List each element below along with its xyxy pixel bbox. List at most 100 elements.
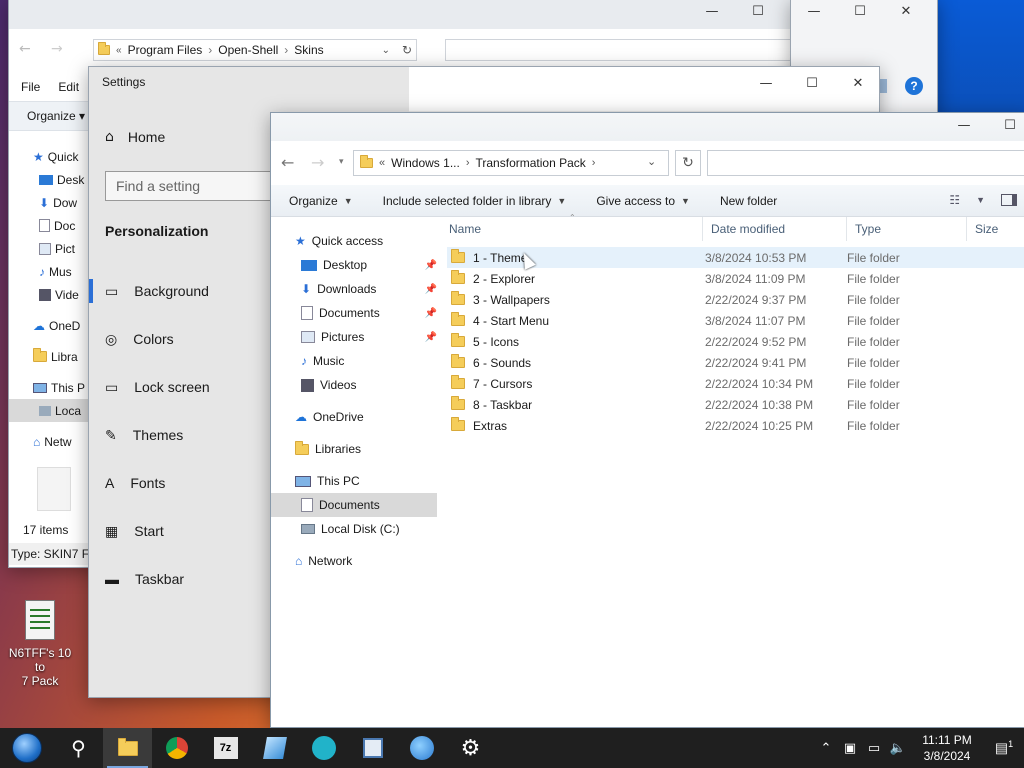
nav-this-pc[interactable]: This P [9, 376, 89, 399]
start-button[interactable] [0, 728, 54, 768]
file-row[interactable]: 4 - Start Menu 3/8/2024 11:07 PM File fold… [447, 310, 1024, 331]
nav-start[interactable]: ▦ Start [89, 507, 279, 555]
chevron-down-icon[interactable]: ⌄ [382, 45, 390, 56]
taskbar-chrome[interactable] [152, 728, 201, 768]
nav-colors[interactable]: ◎ Colors [89, 315, 279, 363]
column-size[interactable]: Size [967, 217, 1024, 241]
nav-documents[interactable]: Documents 📌 [271, 301, 437, 325]
nav-desktop[interactable]: Desktop 📌 [271, 253, 437, 277]
maximize-icon[interactable]: ☐ [837, 0, 883, 23]
volume-muted-icon[interactable]: 🔈 [886, 741, 910, 756]
give-access-button[interactable]: Give access to ▼ [596, 194, 690, 208]
file-row[interactable]: 3 - Wallpapers 2/22/2024 9:37 PM File fold… [447, 289, 1024, 310]
breadcrumb-0[interactable]: Windows 1... [391, 156, 460, 170]
nav-music[interactable]: ♪ Music [271, 349, 437, 373]
preview-pane-icon[interactable] [1001, 194, 1017, 206]
menu-file[interactable]: File [21, 80, 40, 94]
taskbar-settings[interactable]: ⚙ [446, 728, 495, 768]
recent-dropdown-icon[interactable]: ▾ [339, 157, 344, 167]
chevron-up-icon[interactable]: ⌃ [814, 741, 838, 756]
pin-icon[interactable]: 📌 [425, 308, 437, 319]
nav-libraries[interactable]: Libra [9, 345, 89, 368]
minimize-icon[interactable]: — [743, 71, 789, 95]
nav-onedrive[interactable]: ☁ OneD [9, 314, 89, 337]
nav-quick-access[interactable]: ★ Quick access [271, 229, 437, 253]
file-row[interactable]: 5 - Icons 2/22/2024 9:52 PM File folder [447, 331, 1024, 352]
breadcrumb-overflow-icon[interactable]: « [379, 157, 385, 169]
file-thumbnail[interactable] [37, 467, 71, 511]
nav-music[interactable]: ♪ Mus [9, 260, 89, 283]
nav-pictures[interactable]: Pictures 📌 [271, 325, 437, 349]
breadcrumb-1[interactable]: Transformation Pack [476, 156, 586, 170]
column-type[interactable]: Type [847, 217, 967, 241]
file-row[interactable]: 2 - Explorer 3/8/2024 11:09 PM File folder [447, 268, 1024, 289]
file-row[interactable]: Extras 2/22/2024 10:25 PM File folder [447, 415, 1024, 436]
pin-icon[interactable]: 📌 [425, 260, 437, 271]
menu-edit[interactable]: Edit [58, 80, 79, 94]
minimize-icon[interactable]: — [941, 113, 987, 137]
minimize-icon[interactable]: — [689, 0, 735, 23]
close-icon[interactable]: ✕ [835, 71, 879, 95]
nav-quick-access[interactable]: ★ Quick [9, 145, 89, 168]
taskbar-app-teal[interactable] [299, 728, 348, 768]
nav-onedrive[interactable]: ☁ OneDrive [271, 405, 437, 429]
tray-app-icon[interactable]: ▣ [838, 741, 862, 756]
taskbar-search[interactable]: ⚲ [54, 728, 103, 768]
nav-background[interactable]: ▭ Background [89, 267, 279, 315]
back-arrow-icon[interactable]: ← [281, 153, 294, 172]
nav-libraries[interactable]: Libraries [271, 437, 437, 461]
file-row[interactable]: 6 - Sounds 2/22/2024 9:41 PM File folder [447, 352, 1024, 373]
help-icon[interactable]: ? [905, 77, 923, 95]
settings-home[interactable]: ⌂ Home [105, 129, 165, 145]
nav-desktop[interactable]: Desk [9, 168, 89, 191]
nav-network[interactable]: ⌂ Netw [9, 430, 89, 453]
back-arrow-icon[interactable]: ← [19, 41, 31, 57]
nav-local-disk[interactable]: Local Disk (C:) [271, 517, 437, 541]
nav-downloads[interactable]: ⬇ Dow [9, 191, 89, 214]
minimize-icon[interactable]: — [791, 0, 837, 23]
desktop-shortcut[interactable]: N6TFF's 10 to 7 Pack [4, 600, 76, 688]
notification-button[interactable]: ▤1 [984, 739, 1024, 757]
refresh-icon[interactable]: ↻ [675, 150, 701, 176]
refresh-icon[interactable]: ↻ [402, 43, 412, 57]
taskbar-app-blue[interactable] [250, 728, 299, 768]
explorer-window-transformation-pack[interactable]: — ☐ ← → ▾ « Windows 1... › Transformatio… [270, 112, 1024, 728]
nav-local-disk[interactable]: Loca [9, 399, 89, 422]
file-row[interactable]: 8 - Taskbar 2/22/2024 10:38 PM File folder [447, 394, 1024, 415]
maximize-icon[interactable]: ☐ [735, 0, 781, 23]
nav-themes[interactable]: ✎ Themes [89, 411, 279, 459]
maximize-icon[interactable]: ☐ [987, 113, 1024, 137]
include-in-library-button[interactable]: Include selected folder in library ▼ [383, 194, 567, 208]
search-input[interactable] [707, 150, 1024, 176]
breadcrumb-0[interactable]: Program Files [128, 43, 203, 57]
chevron-down-icon[interactable]: ⌄ [647, 155, 656, 168]
nav-this-pc[interactable]: This PC [271, 469, 437, 493]
breadcrumb-1[interactable]: Open-Shell [218, 43, 278, 57]
nav-network[interactable]: ⌂ Network [271, 549, 437, 573]
search-box[interactable] [445, 39, 791, 61]
new-folder-button[interactable]: New folder [720, 194, 777, 208]
pin-icon[interactable]: 📌 [425, 284, 437, 295]
taskbar-file-explorer[interactable] [103, 728, 152, 768]
nav-fonts[interactable]: A Fonts [89, 459, 279, 507]
nav-pc-documents[interactable]: Documents [271, 493, 437, 517]
clock[interactable]: 11:11 PM 3/8/2024 [910, 732, 984, 764]
address-bar[interactable]: « Program Files › Open-Shell › Skins ⌄ ↻ [93, 39, 417, 61]
nav-videos[interactable]: Videos [271, 373, 437, 397]
taskbar-app-globe[interactable] [397, 728, 446, 768]
column-name[interactable]: Name [441, 217, 703, 241]
view-details-icon[interactable]: ☷ [949, 193, 960, 207]
title-bar[interactable] [9, 0, 791, 29]
forward-arrow-icon[interactable]: → [51, 41, 63, 57]
address-bar[interactable]: « Windows 1... › Transformation Pack › [353, 150, 669, 176]
nav-pictures[interactable]: Pict [9, 237, 89, 260]
nav-taskbar[interactable]: ▬ Taskbar [89, 555, 279, 603]
nav-documents[interactable]: Doc [9, 214, 89, 237]
forward-arrow-icon[interactable]: → [311, 153, 324, 172]
nav-lock-screen[interactable]: ▭ Lock screen [89, 363, 279, 411]
network-icon[interactable]: ▭ [862, 741, 886, 756]
close-icon[interactable]: ✕ [883, 0, 929, 23]
column-date-modified[interactable]: Date modified [703, 217, 847, 241]
file-row[interactable]: 7 - Cursors 2/22/2024 10:34 PM File folder [447, 373, 1024, 394]
taskbar-7zip[interactable]: 7z [201, 728, 250, 768]
